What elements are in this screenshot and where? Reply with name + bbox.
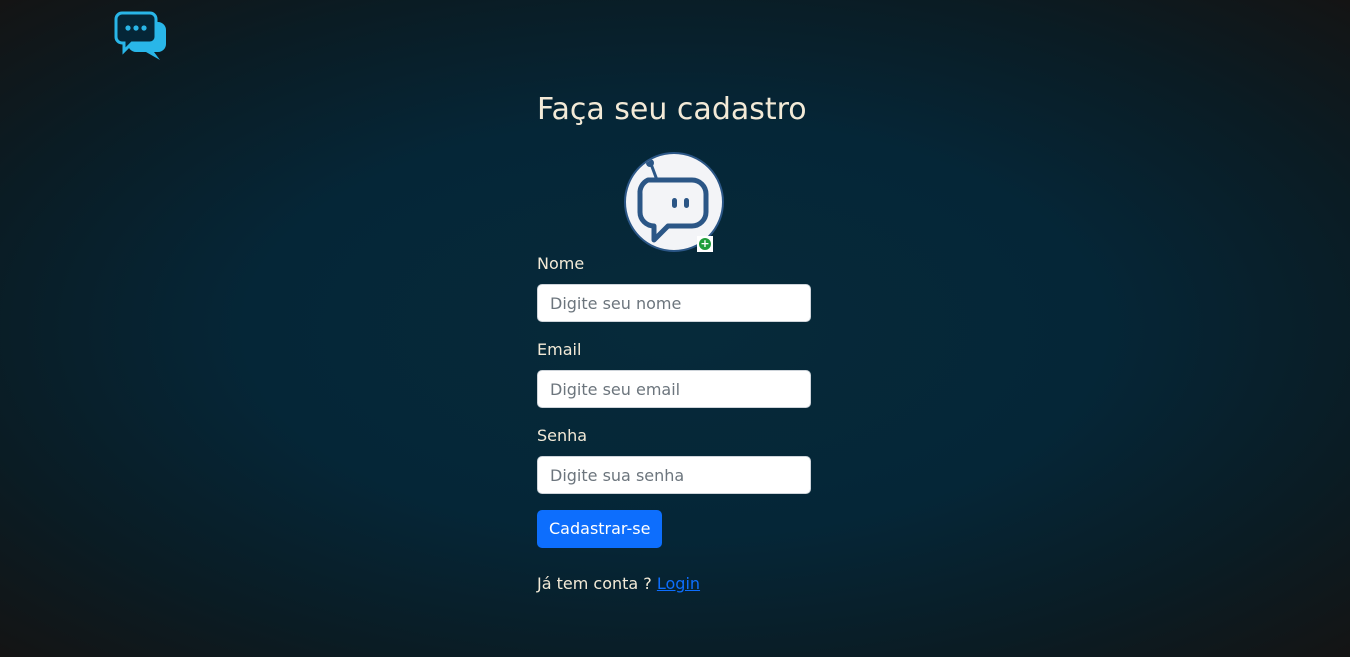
password-input[interactable]: [537, 456, 811, 494]
plus-icon: +: [699, 237, 711, 250]
email-input[interactable]: [537, 370, 811, 408]
login-prompt-text: Já tem conta ?: [537, 574, 652, 593]
email-label: Email: [537, 340, 582, 359]
chat-bubbles-icon[interactable]: [114, 10, 168, 62]
login-prompt: Já tem conta ? Login: [537, 574, 811, 594]
password-label: Senha: [537, 426, 588, 445]
page-title: Faça seu cadastro: [537, 92, 807, 127]
name-label: Nome: [537, 254, 585, 273]
add-photo-button[interactable]: +: [697, 236, 713, 252]
avatar-upload[interactable]: +: [624, 152, 724, 252]
login-link[interactable]: Login: [657, 574, 700, 593]
signup-button[interactable]: Cadastrar-se: [537, 510, 663, 548]
name-input[interactable]: [537, 284, 811, 322]
signup-form-container: Faça seu cadastro + Nome Email Senha Cad…: [537, 92, 811, 594]
